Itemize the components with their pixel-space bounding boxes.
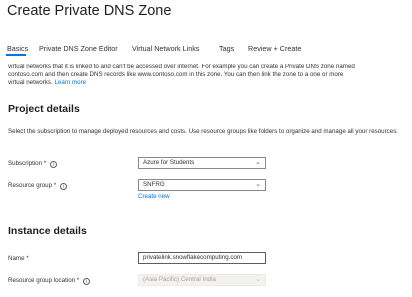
intro-line-2: contoso.com and then create DNS records … xyxy=(8,71,344,78)
chevron-down-icon: ⌄ xyxy=(255,181,261,188)
intro-text: virtual networks that it is linked to an… xyxy=(8,63,408,87)
name-input[interactable]: privatelink.snowflakecomputing.com xyxy=(138,252,266,264)
name-label: Name * xyxy=(8,255,29,262)
subscription-label: Subscription * i xyxy=(8,160,57,168)
location-label-text: Resource group location * xyxy=(8,277,80,284)
more-options-button[interactable]: ··· xyxy=(155,5,168,16)
intro-line-3: virtual networks. Learn more xyxy=(8,79,408,87)
project-details-heading: Project details xyxy=(8,103,80,115)
info-icon[interactable]: i xyxy=(59,183,67,190)
intro-clip-mask xyxy=(0,59,412,64)
info-icon[interactable]: i xyxy=(49,161,57,168)
intro-line-1: virtual networks that it is linked to an… xyxy=(8,63,355,70)
subscription-label-text: Subscription * xyxy=(8,160,47,167)
intro-line-3-text: virtual networks. xyxy=(8,79,53,86)
project-details-description: Select the subscription to manage deploy… xyxy=(8,128,399,135)
resource-group-select[interactable]: SNFRG ⌄ xyxy=(138,179,266,191)
subscription-select-value: Azure for Students xyxy=(143,159,195,166)
tab-review-create[interactable]: Review + Create xyxy=(248,44,301,53)
location-select-value: (Asia Pacific) Central India xyxy=(143,276,216,283)
chevron-down-icon: ⌄ xyxy=(255,276,261,283)
tab-private-dns-zone-editor[interactable]: Private DNS Zone Editor xyxy=(39,44,118,53)
tab-basics[interactable]: Basics xyxy=(7,44,28,53)
tab-virtual-network-links[interactable]: Virtual Network Links xyxy=(132,44,199,53)
tab-tags[interactable]: Tags xyxy=(219,44,234,53)
chevron-down-icon: ⌄ xyxy=(255,159,261,166)
location-select[interactable]: (Asia Pacific) Central India ⌄ xyxy=(138,274,266,286)
create-new-link[interactable]: Create new xyxy=(138,193,170,200)
subscription-select[interactable]: Azure for Students ⌄ xyxy=(138,157,266,169)
info-icon[interactable]: i xyxy=(82,278,90,285)
location-label: Resource group location * i xyxy=(8,277,90,285)
page-title: Create Private DNS Zone xyxy=(7,3,172,19)
resource-group-select-value: SNFRG xyxy=(143,181,165,188)
active-tab-indicator xyxy=(6,54,26,56)
instance-details-heading: Instance details xyxy=(8,225,87,237)
resource-group-label: Resource group * i xyxy=(8,182,67,190)
resource-group-label-text: Resource group * xyxy=(8,182,57,189)
learn-more-link[interactable]: Learn more xyxy=(54,79,86,86)
